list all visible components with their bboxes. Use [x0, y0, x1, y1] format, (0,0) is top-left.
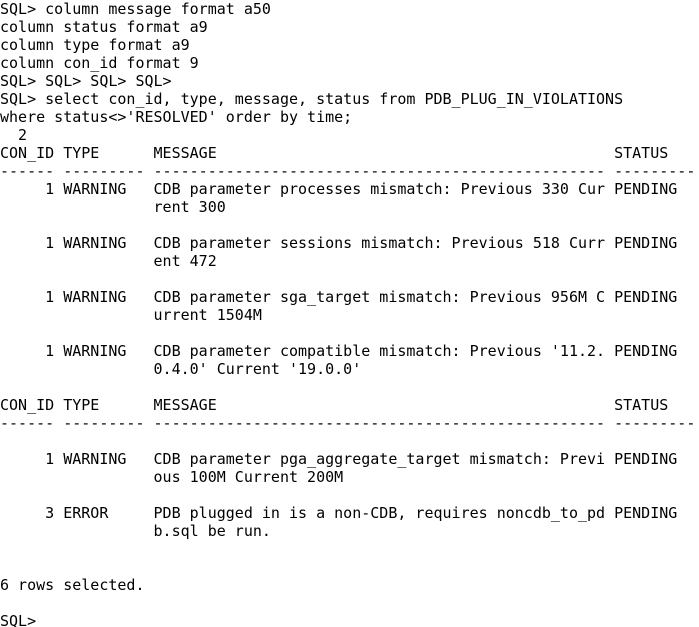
terminal-line-5: SQL> SQL> SQL> SQL>	[0, 72, 172, 90]
terminal-line-34	[0, 594, 699, 612]
terminal-line-17: 1 WARNING CDB parameter sga_target misma…	[0, 288, 678, 306]
terminal-line-2: column status format a9	[0, 18, 208, 36]
terminal-line-33: 6 rows selected.	[0, 576, 145, 594]
terminal-line-28	[0, 486, 699, 504]
terminal-line-12: rent 300	[0, 198, 226, 216]
terminal-line-16	[0, 270, 699, 288]
terminal-line-3: column type format a9	[0, 36, 190, 54]
terminal-line-23: CON_ID TYPE MESSAGE STATUS	[0, 396, 669, 414]
terminal-line-10: ------ --------- -----------------------…	[0, 162, 696, 180]
terminal-line-24: ------ --------- -----------------------…	[0, 414, 696, 432]
terminal-prompt-line[interactable]: SQL>	[0, 612, 699, 627]
terminal-line-22	[0, 378, 699, 396]
terminal-line-11: 1 WARNING CDB parameter processes mismat…	[0, 180, 678, 198]
terminal-line-9: CON_ID TYPE MESSAGE STATUS	[0, 144, 669, 162]
terminal-line-27: ous 100M Current 200M	[0, 468, 344, 486]
terminal-line-31	[0, 540, 699, 558]
terminal-line-19	[0, 324, 699, 342]
terminal-line-32	[0, 558, 699, 576]
terminal-line-15: ent 472	[0, 252, 217, 270]
terminal-line-8: 2	[0, 126, 28, 144]
terminal-line-14: 1 WARNING CDB parameter sessions mismatc…	[0, 234, 678, 252]
terminal-line-18: urrent 1504M	[0, 306, 262, 324]
terminal-line-4: column con_id format 9	[0, 54, 199, 72]
terminal-line-21: 0.4.0' Current '19.0.0'	[0, 360, 362, 378]
terminal-line-30: b.sql be run.	[0, 522, 271, 540]
terminal-line-1: SQL> column message format a50	[0, 0, 271, 18]
terminal-window[interactable]: SQL> column message format a50 column st…	[0, 0, 699, 627]
terminal-line-29: 3 ERROR PDB plugged in is a non-CDB, req…	[0, 504, 678, 522]
terminal-line-26: 1 WARNING CDB parameter pga_aggregate_ta…	[0, 450, 678, 468]
terminal-line-20: 1 WARNING CDB parameter compatible misma…	[0, 342, 678, 360]
terminal-line-25	[0, 432, 699, 450]
terminal-line-6: SQL> select con_id, type, message, statu…	[0, 90, 624, 108]
terminal-line-7: where status<>'RESOLVED' order by time;	[0, 108, 353, 126]
terminal-line-13	[0, 216, 699, 234]
